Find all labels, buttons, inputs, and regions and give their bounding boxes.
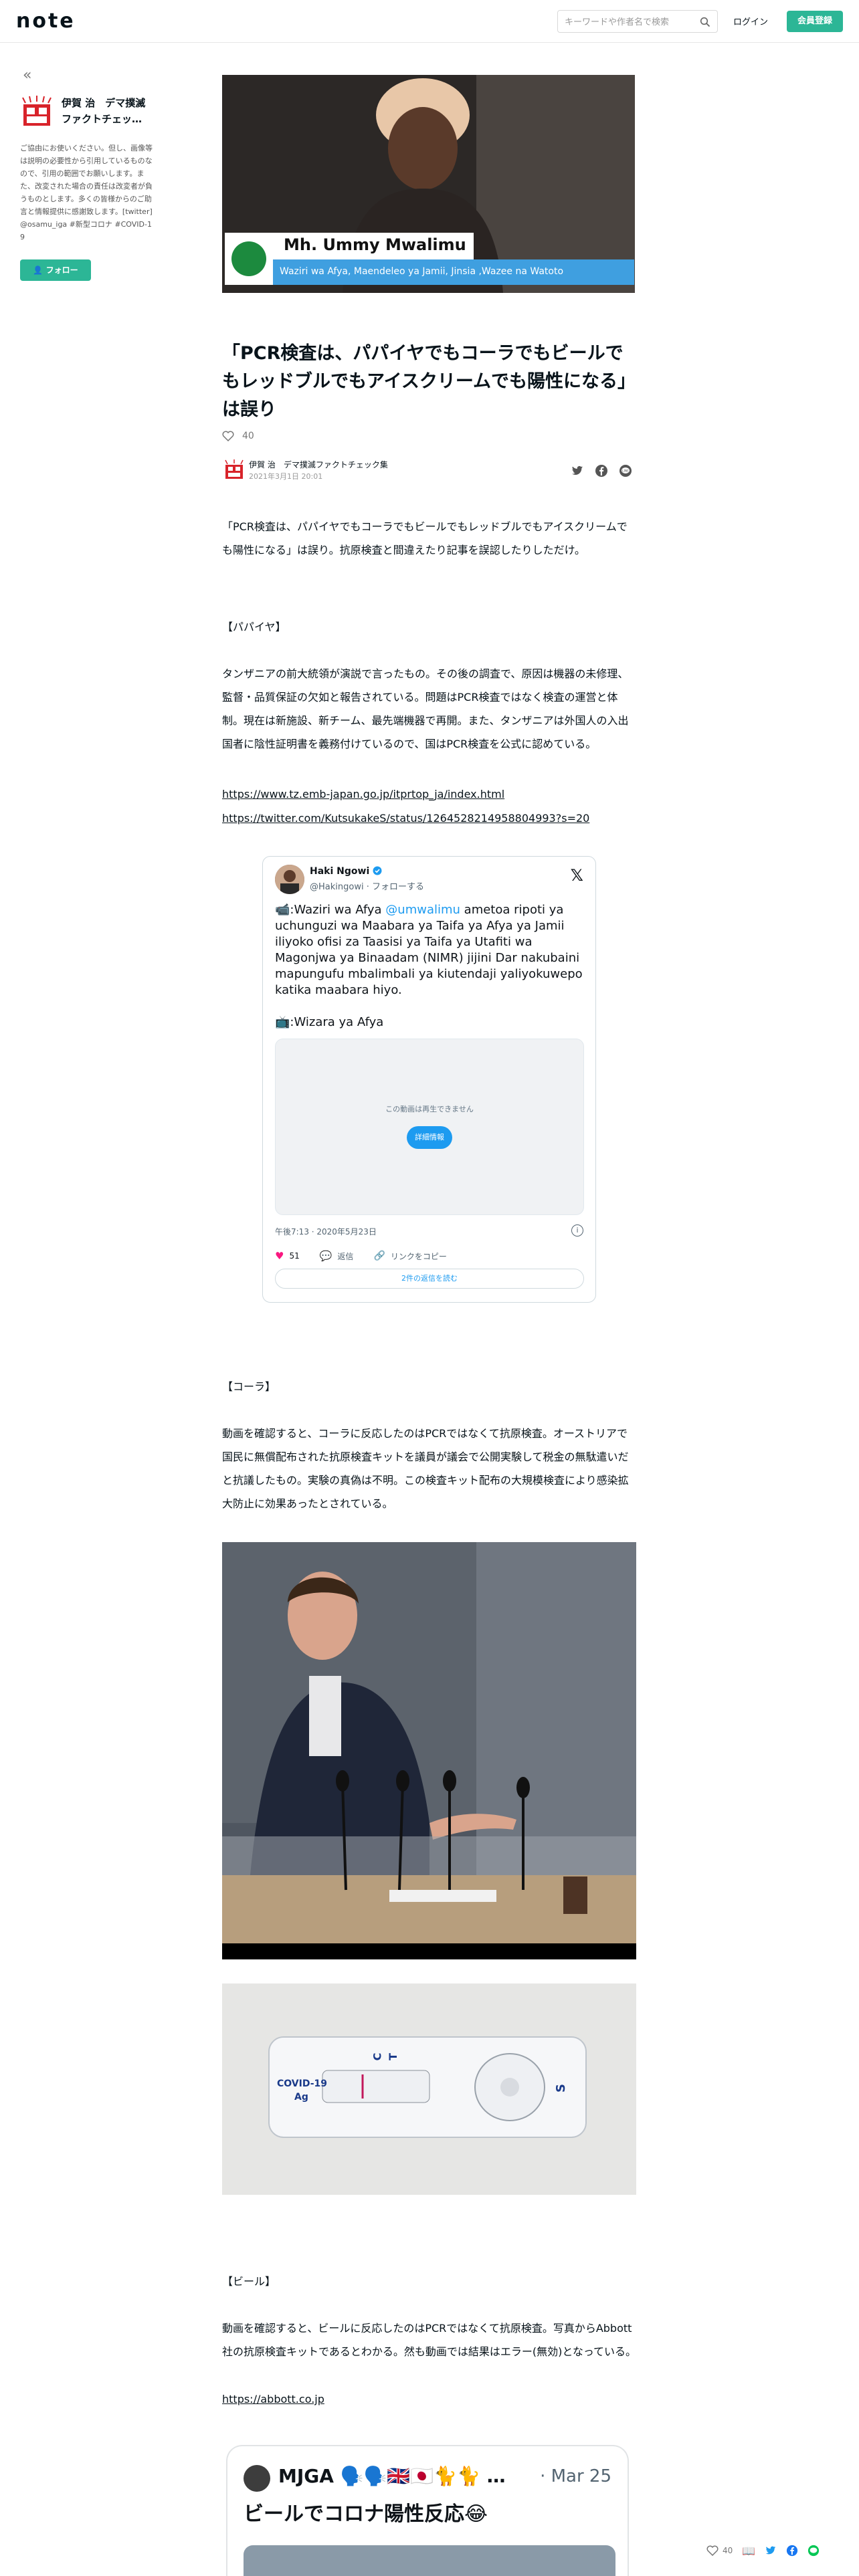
float-like-count: 40	[723, 2546, 733, 2555]
float-line-icon[interactable]	[807, 2545, 820, 2557]
author-row: 伊賀 治 デマ撲滅ファクトチェック集 2021年3月1日 20:01 LINE	[222, 457, 635, 484]
verified-badge-icon	[373, 866, 382, 875]
creator-bio: ご協由にお使いください。但し、画像等は説明の必要性から引用しているものなので、引…	[20, 144, 153, 241]
hero-image: Mh. Ummy Mwalimu Waziri wa Afya, Maendel…	[222, 75, 635, 293]
site-header: note ログイン 会員登録	[0, 0, 859, 43]
link-twitter: https://twitter.com/KutsukakeS/status/12…	[222, 807, 637, 830]
papaya-paragraph: タンザニアの前大統領が演説で言ったもの。その後の調査で、原因は機器の未修理、監督…	[222, 667, 629, 750]
tweet-text-pre: 📹:Waziri wa Afya	[275, 903, 386, 917]
quoted-tweet-text: ビールでコロナ陽性反応😂	[244, 2502, 488, 2526]
collapse-sidebar-icon[interactable]: «	[23, 67, 161, 87]
creator-info: 伊賀 治 デマ撲滅ファクトチェッ…	[20, 95, 161, 128]
tweet-avatar[interactable]	[275, 865, 304, 894]
kit-test-marker: T	[386, 2053, 399, 2060]
hero-photo	[222, 75, 635, 293]
login-link[interactable]: ログイン	[733, 15, 768, 27]
article-column: Mh. Ummy Mwalimu Waziri wa Afya, Maendel…	[222, 75, 635, 293]
float-heart-icon[interactable]	[706, 2545, 719, 2556]
kit-control-marker: C	[371, 2052, 384, 2061]
link-abbott-row: https://abbott.co.jp	[222, 2387, 637, 2411]
embedded-tweet[interactable]: Haki Ngowi @Hakingowi · フォローする 𝕏 📹:Wazir…	[262, 856, 596, 1303]
tweet-name-text: Haki Ngowi	[310, 866, 370, 877]
quoted-tweet-photo	[244, 2545, 615, 2576]
tweet-like-count: 51	[289, 1251, 300, 1261]
like-counter[interactable]: 40	[222, 431, 254, 441]
article-intro: 「PCR検査は、パパイヤでもコーラでもビールでもレッドブルでもアイスクリームでも…	[222, 520, 628, 556]
tweet-text-post: ametoa ripoti ya uchunguzi wa Maabara ya…	[275, 903, 583, 997]
note-logo[interactable]: note	[16, 9, 76, 33]
line-share-icon[interactable]: LINE	[619, 464, 632, 477]
tweet-mention[interactable]: @umwalimu	[385, 903, 460, 917]
link-embassy: https://www.tz.emb-japan.go.jp/itprtop_j…	[222, 782, 637, 806]
share-buttons: LINE	[571, 464, 632, 477]
svg-text:LINE: LINE	[622, 469, 629, 473]
author-avatar[interactable]	[223, 459, 245, 480]
tweet-author-name[interactable]: Haki Ngowi	[310, 866, 382, 877]
tweet-reply-label[interactable]: 返信	[337, 1251, 353, 1262]
publish-date: 2021年3月1日 20:01	[249, 472, 323, 481]
twitter-share-icon[interactable]	[571, 464, 584, 477]
quoted-tweet-name: MJGA 🗣️🗣️🇬🇧🇯🇵🐈🐈 …	[278, 2465, 506, 2487]
heart-icon[interactable]	[222, 431, 234, 441]
tweet-actions: ♥ 51 💬 返信 🔗 リンクをコピー	[275, 1250, 452, 1262]
tweet-handle[interactable]: @Hakingowi · フォローする	[310, 879, 424, 892]
tweet-copy-link[interactable]: リンクをコピー	[391, 1251, 447, 1262]
link-icon[interactable]: 🔗	[373, 1251, 385, 1261]
creator-avatar[interactable]	[20, 95, 54, 128]
like-count: 40	[242, 431, 254, 441]
quoted-tweet-avatar	[244, 2465, 270, 2492]
article-title: 「PCR検査は、パパイヤでもコーラでもビールでもレッドブルでもアイスクリームでも…	[222, 343, 636, 420]
floating-action-bar: 40 📖	[706, 2539, 859, 2563]
magazine-icon[interactable]: 📖	[742, 2545, 755, 2557]
hero-role-caption: Waziri wa Afya, Maendeleo ya Jamii, Jins…	[280, 266, 564, 277]
kit-label-ag: Ag	[294, 2092, 308, 2103]
tweet-heart-icon[interactable]: ♥	[275, 1250, 284, 1262]
float-twitter-icon[interactable]	[765, 2545, 777, 2557]
section-heading-papaya: 【パパイヤ】	[222, 621, 286, 633]
media-info-button[interactable]: 詳細情報	[407, 1126, 452, 1149]
facebook-share-icon[interactable]	[595, 464, 608, 477]
reply-icon[interactable]: 💬	[320, 1250, 332, 1262]
x-logo-icon[interactable]: 𝕏	[571, 866, 583, 885]
quoted-tweet-date: · Mar 25	[540, 2466, 611, 2486]
creator-sidebar: « 伊賀 治 デマ撲滅ファクトチェッ… ご協由にお使いください。但し、画像等は説…	[20, 67, 161, 281]
quoted-tweet-image: MJGA 🗣️🗣️🇬🇧🇯🇵🐈🐈 … · Mar 25 ビールでコロナ陽性反応😂	[226, 2445, 629, 2576]
search-icon[interactable]	[700, 17, 710, 27]
hero-name-caption: Mh. Ummy Mwalimu	[284, 235, 466, 254]
cola-paragraph: 動画を確認すると、コーラに反応したのはPCRではなくて抗原検査。オーストリアで国…	[222, 1427, 629, 1510]
tweet-text: 📹:Waziri wa Afya @umwalimu ametoa ripoti…	[275, 902, 583, 1031]
kit-sample-marker: S	[553, 2084, 568, 2092]
search-box[interactable]	[557, 10, 718, 33]
twitter-status-link[interactable]: https://twitter.com/KutsukakeS/status/12…	[222, 812, 589, 825]
read-replies-button[interactable]: 2件の返信を読む	[275, 1269, 584, 1289]
float-facebook-icon[interactable]	[786, 2545, 798, 2557]
follow-label: フォロー	[45, 265, 78, 275]
search-input[interactable]	[565, 15, 692, 29]
section-heading-cola: 【コーラ】	[222, 1380, 276, 1393]
tweet-media[interactable]: この動画は再生できません 詳細情報	[275, 1039, 584, 1215]
embassy-link[interactable]: https://www.tz.emb-japan.go.jp/itprtop_j…	[222, 788, 504, 800]
creator-name[interactable]: 伊賀 治 デマ撲滅ファクトチェッ…	[62, 95, 155, 127]
media-unavailable-message: この動画は再生できません	[385, 1105, 474, 1113]
kit-label-covid: COVID-19	[277, 2078, 328, 2089]
kit-label: COVID-19 Ag	[277, 2077, 327, 2104]
float-like[interactable]: 40	[706, 2545, 733, 2556]
author-name[interactable]: 伊賀 治 デマ撲滅ファクトチェック集	[249, 459, 388, 470]
beer-paragraph: 動画を確認すると、ビールに反応したのはPCRではなくて抗原検査。写真からAbbo…	[222, 2322, 637, 2358]
antigen-test-kit-photo: COVID-19 Ag C T S	[222, 1983, 636, 2195]
tweet-timestamp[interactable]: 午後7:13 · 2020年5月23日	[275, 1226, 377, 1237]
section-heading-beer: 【ビール】	[222, 2275, 276, 2288]
info-icon[interactable]: i	[571, 1224, 583, 1237]
tweet-text-line2: 📺:Wizara ya Afya	[275, 1015, 384, 1029]
parliament-video-still	[222, 1542, 636, 1959]
follow-button[interactable]: 👤 フォロー	[20, 259, 91, 281]
abbott-link[interactable]: https://abbott.co.jp	[222, 2393, 324, 2405]
register-button[interactable]: 会員登録	[787, 11, 843, 32]
add-user-icon: 👤	[33, 265, 43, 275]
